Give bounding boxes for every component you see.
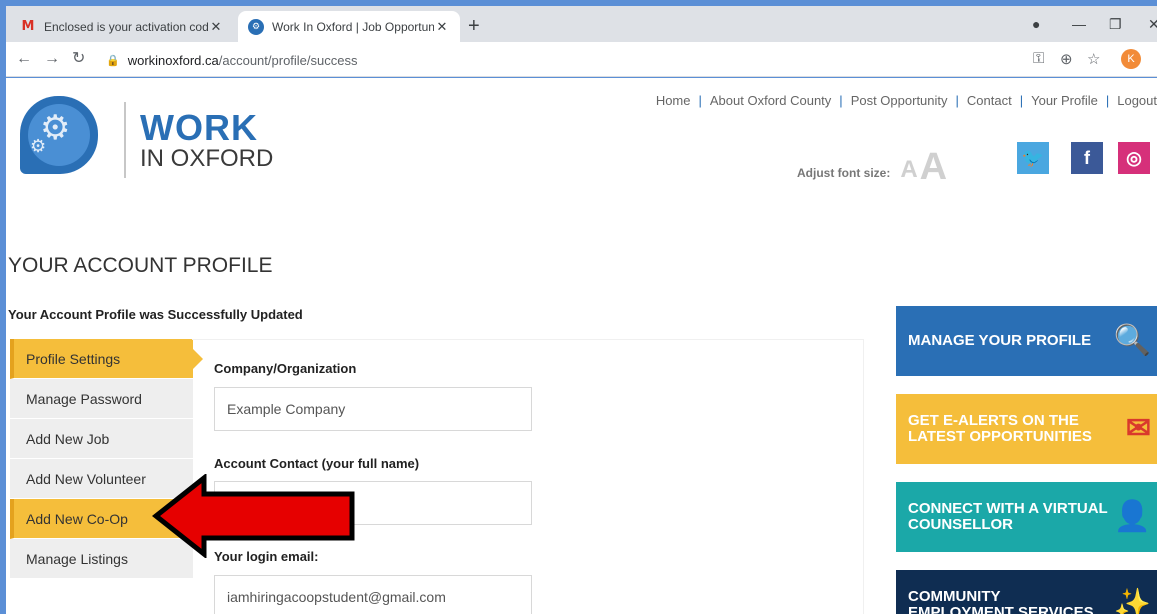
close-tab-icon[interactable]: ✕ xyxy=(434,19,450,35)
tab-title: Enclosed is your activation code xyxy=(44,19,208,34)
twitter-icon[interactable]: 🐦 xyxy=(1017,142,1049,174)
virtual-counsellor-button[interactable]: CONNECT WITH A VIRTUAL COUNSELLOR 👤 xyxy=(896,482,1157,552)
restore-icon[interactable]: ❐ xyxy=(1109,16,1122,33)
font-decrease-button[interactable]: A xyxy=(900,156,917,184)
window-close-icon[interactable]: ✕ xyxy=(1148,16,1157,33)
close-tab-icon[interactable]: ✕ xyxy=(208,19,224,35)
address-bar[interactable]: 🔒 workinoxford.ca /account/profile/succe… xyxy=(106,47,1157,73)
site-favicon-icon: ⚙ xyxy=(248,18,264,35)
back-icon[interactable]: ← xyxy=(16,50,32,68)
employment-services-label: COMMUNITY EMPLOYMENT SERVICES xyxy=(908,588,1094,614)
main-navigation: FIND A JOB FOR EMPLOYERS VOLUNTEER CO-OP… xyxy=(6,199,1157,240)
key-icon[interactable]: ⚿ xyxy=(1033,50,1044,67)
envelope-icon: ✉ xyxy=(1125,412,1151,445)
browser-tab-gmail[interactable]: M Enclosed is your activation code ✕ xyxy=(10,11,234,42)
reload-icon[interactable]: ↻ xyxy=(72,50,85,68)
profile-dot-icon[interactable]: ● xyxy=(1032,16,1040,32)
profile-avatar[interactable]: K xyxy=(1121,49,1141,69)
logo-text-work: WORK xyxy=(140,107,258,148)
instagram-icon[interactable]: ◎ xyxy=(1118,142,1150,174)
e-alerts-label: GET E-ALERTS ON THE LATEST OPPORTUNITIES xyxy=(908,412,1092,445)
minimize-icon[interactable]: — xyxy=(1072,16,1086,32)
facebook-icon[interactable]: f xyxy=(1071,142,1103,174)
magnifier-icon: 🔍 xyxy=(1113,324,1151,357)
nav-home[interactable]: Home xyxy=(656,93,691,108)
font-increase-button[interactable]: A xyxy=(920,148,947,186)
nav-separator: | xyxy=(1105,93,1110,108)
company-input[interactable]: Example Company xyxy=(214,387,532,431)
menu-profile-settings[interactable]: Profile Settings xyxy=(10,339,203,379)
nav-separator: | xyxy=(698,93,702,108)
nav-for-employers[interactable]: FOR EMPLOYERS xyxy=(239,199,469,240)
menu-add-new-job[interactable]: Add New Job xyxy=(10,419,193,459)
web-page: ⚙ ⚙ WORK IN OXFORD Home | About Oxford C… xyxy=(6,78,1157,614)
nav-separator: | xyxy=(1019,93,1024,108)
contact-label: Account Contact (your full name) xyxy=(214,456,420,471)
browser-tab-workinoxford[interactable]: ⚙ Work In Oxford | Job Opportuniti ✕ xyxy=(238,11,460,42)
email-input[interactable]: iamhiringacoopstudent@gmail.com xyxy=(214,575,532,614)
lock-icon: 🔒 xyxy=(106,54,120,67)
nav-volunteer[interactable]: VOLUNTEER xyxy=(469,199,700,240)
nav-post-opportunity[interactable]: Post Opportunity xyxy=(851,93,948,108)
company-label: Company/Organization xyxy=(214,361,357,376)
employment-services-button[interactable]: COMMUNITY EMPLOYMENT SERVICES ✨ xyxy=(896,570,1157,614)
success-message: Your Account Profile was Successfully Up… xyxy=(8,307,303,322)
sparkle-icon: ✨ xyxy=(1113,588,1151,614)
nav-about[interactable]: About Oxford County xyxy=(710,93,831,108)
nav-logout[interactable]: Logout xyxy=(1117,93,1157,108)
nav-your-profile[interactable]: Your Profile xyxy=(1031,93,1098,108)
e-alerts-button[interactable]: GET E-ALERTS ON THE LATEST OPPORTUNITIES… xyxy=(896,394,1157,464)
nav-separator: | xyxy=(839,93,843,108)
logo-mark-icon: ⚙ ⚙ xyxy=(20,96,98,174)
url-host: workinoxford.ca xyxy=(127,52,219,68)
nav-start-your-business[interactable]: START YOUR BUSINESS xyxy=(930,199,1157,240)
url-path: /account/profile/success xyxy=(218,52,358,68)
bookmark-star-icon[interactable]: ☆ xyxy=(1087,50,1100,68)
tab-title: Work In Oxford | Job Opportuniti xyxy=(272,19,434,34)
logo-text-oxford: IN OXFORD xyxy=(140,145,274,172)
annotation-arrow-icon xyxy=(152,474,355,558)
nav-separator: | xyxy=(955,93,959,108)
nav-find-a-job[interactable]: FIND A JOB xyxy=(6,199,239,240)
nav-contact[interactable]: Contact xyxy=(967,93,1012,108)
forward-icon[interactable]: → xyxy=(44,50,60,68)
nav-co-op[interactable]: CO-OP xyxy=(700,199,930,240)
menu-manage-password[interactable]: Manage Password xyxy=(10,379,193,419)
manage-profile-label: MANAGE YOUR PROFILE xyxy=(908,332,1092,349)
new-tab-button[interactable]: + xyxy=(468,16,480,36)
logo-divider xyxy=(124,102,126,178)
font-size-control: Adjust font size: A A xyxy=(797,148,947,186)
browser-tab-strip: M Enclosed is your activation code ✕ ⚙ W… xyxy=(6,6,1157,42)
gmail-icon: M xyxy=(21,19,35,34)
top-navigation: Home | About Oxford County | Post Opport… xyxy=(656,93,1157,108)
font-size-label: Adjust font size: xyxy=(797,166,891,180)
manage-profile-button[interactable]: MANAGE YOUR PROFILE 🔍 xyxy=(896,306,1157,376)
counsellor-icon: 👤 xyxy=(1113,500,1151,533)
browser-toolbar: ← → ↻ 🔒 workinoxford.ca /account/profile… xyxy=(6,42,1157,77)
virtual-counsellor-label: CONNECT WITH A VIRTUAL COUNSELLOR xyxy=(908,500,1108,533)
zoom-icon[interactable]: ⊕ xyxy=(1060,50,1073,68)
page-title: YOUR ACCOUNT PROFILE xyxy=(8,254,273,277)
